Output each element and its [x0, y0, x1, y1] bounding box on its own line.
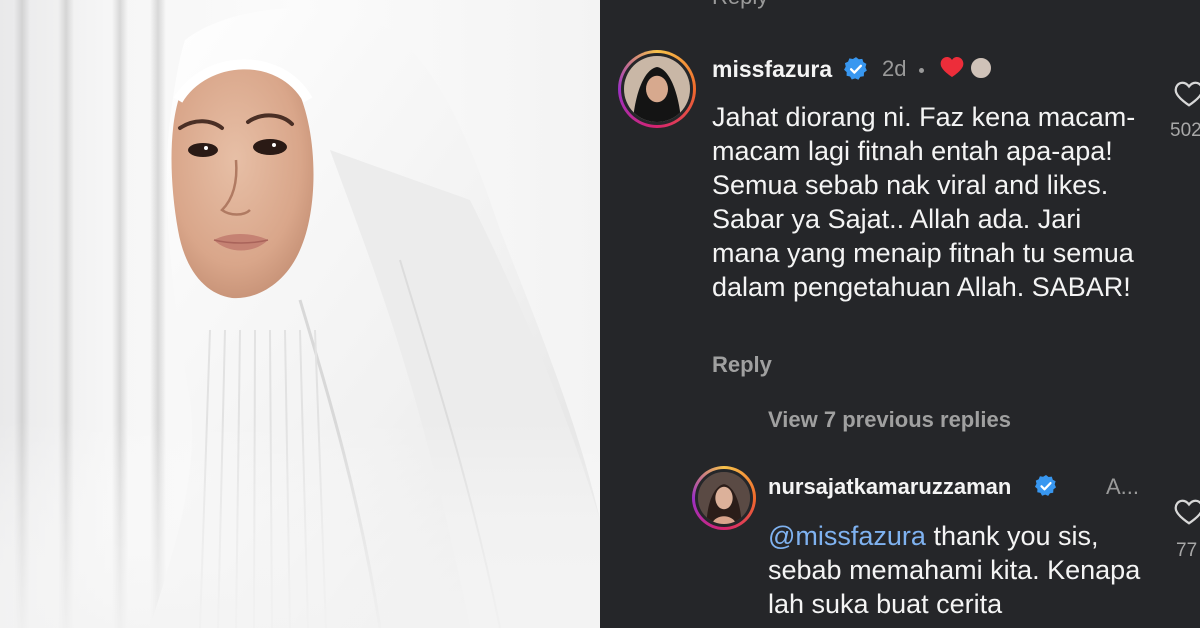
like-heart-icon[interactable] — [1174, 498, 1200, 526]
reply-text: @missfazura thank you sis, sebab memaham… — [768, 519, 1158, 621]
missfazura-avatar-image — [624, 56, 690, 122]
liker-mini-avatar — [969, 56, 993, 80]
like-heart-icon[interactable] — [1174, 80, 1200, 108]
separator-dot — [919, 68, 924, 73]
comment-username[interactable]: missfazura — [712, 56, 832, 83]
nursajat-avatar-image — [698, 472, 750, 524]
verified-badge-icon — [1035, 475, 1056, 496]
post-photo — [0, 0, 600, 628]
previous-reply-button[interactable]: Reply — [712, 0, 768, 10]
reply-timestamp: A... — [1106, 474, 1140, 499]
verified-badge-icon — [844, 57, 867, 80]
like-count: 502 — [1170, 120, 1200, 141]
reply-username[interactable]: nursajatkamaruzzaman — [768, 474, 1011, 500]
avatar-nursajatkamaruzzaman[interactable] — [692, 466, 756, 530]
heart-icon — [940, 57, 964, 77]
view-previous-replies-button[interactable]: View 7 previous replies — [768, 407, 1011, 433]
comment-text: Jahat diorang ni. Faz kena macam-macam l… — [712, 102, 1136, 302]
mention-link[interactable]: @missfazura — [768, 521, 926, 551]
comment-timestamp: 2d — [882, 56, 907, 81]
avatar-missfazura[interactable] — [618, 50, 696, 128]
reply-like-count: 77 — [1176, 540, 1198, 561]
comments-panel: Reply missfazura 2d Jahat diorang ni. Fa… — [600, 0, 1200, 628]
reply-button[interactable]: Reply — [712, 352, 772, 378]
woman-portrait-illustration — [0, 8, 600, 628]
